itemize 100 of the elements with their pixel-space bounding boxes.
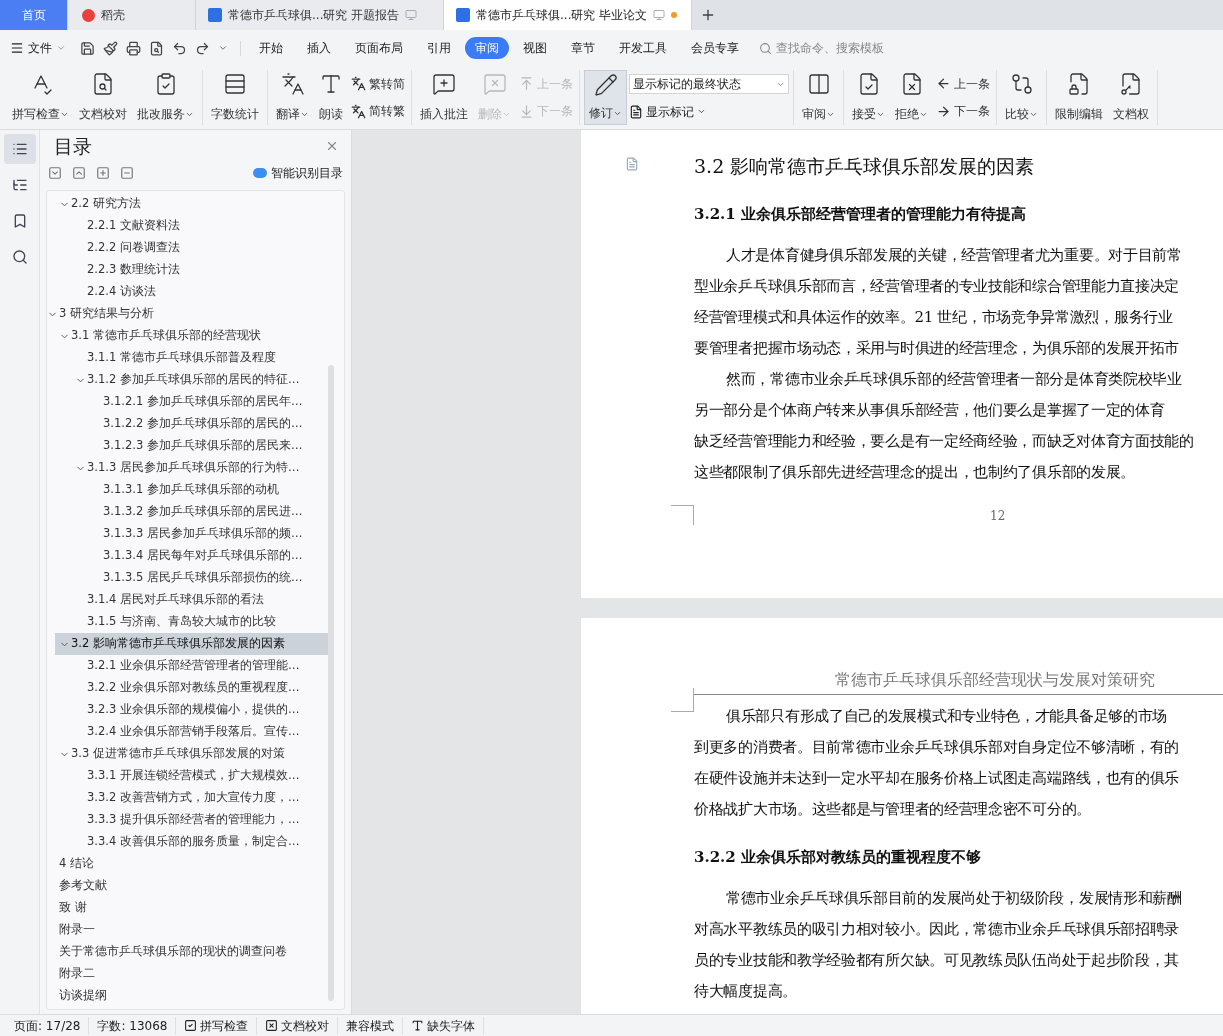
ribbon-tab[interactable]: 插入	[297, 37, 341, 59]
ribbon-tab[interactable]: 会员专享	[681, 37, 749, 59]
outline-item[interactable]: 2.2.2 问卷调查法	[87, 239, 180, 257]
track-changes-icon	[593, 73, 618, 97]
window-tab[interactable]: 首页	[0, 0, 68, 30]
outline-item[interactable]: 4 结论	[59, 855, 94, 873]
body-text-line: 另一部分是个体商户转来从事俱乐部经营，他们要么是掌握了一定的体育	[694, 400, 1165, 421]
outline-item[interactable]: 2.2.1 文献资料法	[87, 217, 180, 235]
next-icon	[936, 103, 951, 119]
outline-item[interactable]: 3.1.3 居民参加乒乓球俱乐部的行为特…	[87, 459, 300, 477]
outline-item[interactable]: 3.1 常德市乒乓球俱乐部的经营现状	[71, 327, 261, 345]
outline-item[interactable]: 3.1.5 与济南、青岛较大城市的比较	[87, 613, 276, 631]
outline-item[interactable]: 3.1.2.1 参加乒乓球俱乐部的居民年…	[103, 393, 303, 411]
customize-icon[interactable]	[218, 43, 228, 53]
ribbon-tab[interactable]: 页面布局	[345, 37, 413, 59]
file-menu[interactable]: 文件	[10, 39, 66, 57]
ribbon-tab[interactable]: 引用	[417, 37, 461, 59]
outline-item[interactable]: 3.2.3 业余俱乐部的规模偏小，提供的…	[87, 701, 300, 719]
ribbon-small-button[interactable]: 简转繁	[349, 102, 407, 121]
ribbon-tab[interactable]: 视图	[513, 37, 557, 59]
window-tab[interactable]: 稻壳	[68, 0, 196, 30]
print-icon[interactable]	[126, 40, 141, 56]
outline-item[interactable]: 2.2.4 访谈法	[87, 283, 156, 301]
outline-item[interactable]: 3.3 促进常德市乒乓球俱乐部发展的对策	[71, 745, 285, 763]
ribbon-button[interactable]: 接受	[848, 70, 889, 125]
close-icon[interactable]	[325, 139, 339, 153]
outline-item[interactable]: 3.1.3.5 居民乒乓球俱乐部损伤的统…	[103, 569, 303, 587]
outline-item[interactable]: 3 研究结果与分析	[59, 305, 154, 323]
print-preview-icon[interactable]	[149, 40, 164, 56]
outline-item[interactable]: 3.1.2.2 参加乒乓球俱乐部的居民的…	[103, 415, 303, 433]
ribbon-small-button[interactable]: 下一条	[934, 102, 992, 121]
outline-item[interactable]: 3.1.2.3 参加乒乓球俱乐部的居民来…	[103, 437, 303, 455]
ribbon-button[interactable]: 拼写检查	[8, 70, 73, 125]
minus-icon[interactable]	[120, 166, 134, 180]
ribbon-button[interactable]: 批改服务	[133, 70, 198, 125]
outline-item[interactable]: 3.2.2 业余俱乐部对教练员的重视程度…	[87, 679, 300, 697]
scrollbar[interactable]	[328, 365, 334, 1001]
outline-item[interactable]: 访谈提纲	[59, 987, 107, 1005]
ribbon-tab[interactable]: 审阅	[465, 37, 509, 59]
outline-item[interactable]: 3.3.2 改善营销方式，加大宣传力度，…	[87, 789, 300, 807]
monitor-icon	[405, 9, 418, 21]
outline-item[interactable]: 3.2.4 业余俱乐部营销手段落后。宣传…	[87, 723, 300, 741]
ribbon-button[interactable]: 拒绝	[891, 70, 932, 125]
show-markup-button[interactable]: 显示标记	[629, 102, 789, 121]
expand-icon[interactable]	[72, 166, 86, 180]
convert-icon	[351, 76, 366, 92]
markup-select[interactable]: 显示标记的最终状态	[629, 74, 789, 95]
outline-item[interactable]: 3.3.1 开展连锁经营模式，扩大规模效…	[87, 767, 300, 785]
ribbon-tab[interactable]: 章节	[561, 37, 605, 59]
ribbon-button[interactable]: 文档权	[1109, 70, 1153, 125]
outline-item[interactable]: 3.1.3.4 居民每年对乒乓球俱乐部的…	[103, 547, 303, 565]
ribbon-button[interactable]: 翻译	[272, 70, 313, 125]
save-icon[interactable]	[80, 40, 95, 56]
outline-item[interactable]: 3.3.4 改善俱乐部的服务质量，制定合…	[87, 833, 300, 851]
status-bar-button[interactable]: 拼写检查	[176, 1016, 258, 1035]
redo-icon[interactable]	[195, 40, 210, 56]
ribbon-button[interactable]: 朗读	[315, 70, 347, 125]
outline-item[interactable]: 2.2.3 数理统计法	[87, 261, 180, 279]
key-document-icon	[1119, 72, 1143, 96]
ribbon-button[interactable]: 限制编辑	[1051, 70, 1107, 125]
ribbon-tab[interactable]: 开发工具	[609, 37, 677, 59]
ribbon-button[interactable]: 文档校对	[75, 70, 131, 125]
outline-item[interactable]: 附录二	[59, 965, 95, 983]
outline-item[interactable]: 参考文献	[59, 877, 107, 895]
outline-item[interactable]: 3.3.3 提升俱乐部经营者的管理能力，…	[87, 811, 300, 829]
outline-item[interactable]: 3.1.3.1 参加乒乓球俱乐部的动机	[103, 481, 279, 499]
outline-item[interactable]: 2.2 研究方法	[71, 195, 141, 213]
plus-icon[interactable]	[96, 166, 110, 180]
document-icon[interactable]	[625, 157, 639, 171]
outline-item[interactable]: 附录一	[59, 921, 95, 939]
outline-item[interactable]: 致 谢	[59, 899, 87, 917]
body-text-line: 人才是体育健身俱乐部发展的关键，经营管理者尤为重要。对于目前常	[726, 245, 1182, 266]
undo-icon[interactable]	[172, 40, 187, 56]
outline-item[interactable]: 3.1.3.3 居民参加乒乓球俱乐部的频…	[103, 525, 303, 543]
status-bar-button[interactable]: 缺失字体	[403, 1016, 485, 1035]
outline-item[interactable]: 3.1.3.2 参加乒乓球俱乐部的居民进…	[103, 503, 303, 521]
ribbon-small-button[interactable]: 上一条	[934, 74, 992, 93]
status-bar-button[interactable]: 文档校对	[257, 1016, 339, 1035]
margin-corner-mark	[671, 505, 694, 525]
collapse-icon[interactable]	[48, 166, 62, 180]
ribbon-tab[interactable]: 开始	[249, 37, 293, 59]
ribbon-button[interactable]: 字数统计	[207, 70, 263, 125]
smart-toc-button[interactable]: 智能识别目录	[253, 164, 343, 182]
format-painter-icon[interactable]	[103, 40, 118, 56]
ribbon-button[interactable]: 审阅	[798, 70, 839, 125]
outline-item[interactable]: 3.1.4 居民对乒乓球俱乐部的看法	[87, 591, 264, 609]
window-tab[interactable]: 常德市乒乓球俱...研究 毕业论文	[444, 0, 692, 30]
outline-item[interactable]: 3.2.1 业余俱乐部经营管理者的管理能…	[87, 657, 300, 675]
margin-corner-mark	[671, 688, 694, 712]
ribbon-button[interactable]: 比较	[1001, 70, 1042, 125]
ribbon-small-button[interactable]: 繁转简	[349, 74, 407, 93]
outline-item[interactable]: 3.1.1 常德市乒乓球俱乐部普及程度	[87, 349, 276, 367]
new-tab-icon[interactable]	[700, 7, 716, 23]
window-tab[interactable]: 常德市乒乓球俱...研究 开题报告	[196, 0, 444, 30]
ribbon-button[interactable]: 插入批注	[416, 70, 472, 125]
sidebar-rail-button[interactable]	[3, 134, 36, 164]
section-heading: 3.2 影响常德市乒乓球俱乐部发展的因素	[694, 154, 1036, 179]
outline-item[interactable]: 关于常德市乒乓球俱乐部的现状的调查问卷	[59, 943, 287, 961]
ribbon-button[interactable]: 修订	[584, 70, 627, 125]
outline-item[interactable]: 3.1.2 参加乒乓球俱乐部的居民的特征…	[87, 371, 300, 389]
